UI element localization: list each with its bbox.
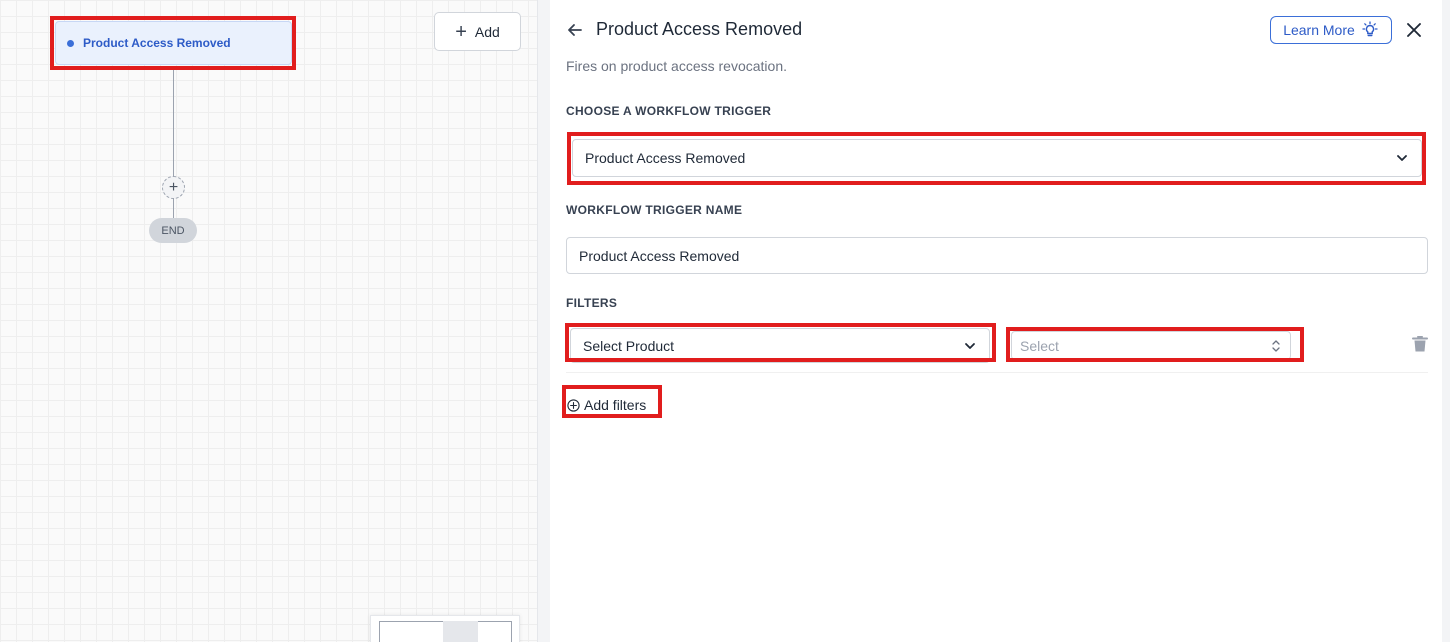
- chevron-down-icon: [965, 342, 975, 349]
- trigger-node-label: Product Access Removed: [83, 36, 231, 50]
- add-filters-button[interactable]: Add filters: [567, 395, 646, 415]
- minimap-block: [443, 621, 478, 642]
- chevron-down-icon: [1397, 155, 1407, 161]
- workflow-trigger-name-input[interactable]: [566, 237, 1428, 274]
- plus-icon: +: [168, 178, 179, 196]
- panel-description: Fires on product access revocation.: [566, 58, 787, 74]
- learn-more-label: Learn More: [1283, 22, 1355, 38]
- close-icon[interactable]: [1405, 21, 1423, 39]
- panel-divider: [537, 0, 550, 642]
- status-dot-icon: [67, 39, 74, 47]
- workflow-trigger-select[interactable]: Product Access Removed: [572, 139, 1422, 177]
- trash-icon[interactable]: [1410, 334, 1430, 354]
- back-arrow-icon[interactable]: [565, 20, 585, 40]
- trigger-section-label: CHOOSE A WORKFLOW TRIGGER: [566, 104, 772, 118]
- minimap[interactable]: [370, 615, 520, 642]
- sort-updown-icon: [1272, 339, 1280, 352]
- filters-section-label: FILTERS: [566, 296, 618, 310]
- add-button[interactable]: + Add: [434, 12, 521, 51]
- plus-circle-icon: [567, 398, 580, 412]
- panel-scrollbar[interactable]: [1442, 0, 1450, 642]
- trigger-node[interactable]: Product Access Removed: [55, 21, 292, 65]
- filter-product-select-value: Select Product: [583, 337, 675, 354]
- add-button-label: Add: [474, 23, 500, 40]
- filter-product-select[interactable]: Select Product: [570, 328, 990, 363]
- connector-line: [173, 67, 174, 176]
- filter-value-placeholder: Select: [1020, 337, 1059, 354]
- add-step-button[interactable]: +: [162, 176, 185, 199]
- panel-title: Product Access Removed: [596, 19, 803, 39]
- lightbulb-icon: [1362, 21, 1378, 37]
- workflow-trigger-select-value: Product Access Removed: [585, 150, 746, 166]
- plus-icon: +: [455, 20, 467, 43]
- end-node: END: [149, 218, 197, 243]
- workflow-canvas[interactable]: Product Access Removed + END + Add: [0, 0, 537, 642]
- trigger-name-section-label: WORKFLOW TRIGGER NAME: [566, 203, 743, 217]
- learn-more-button[interactable]: Learn More: [1270, 16, 1392, 44]
- filter-value-select[interactable]: Select: [1011, 331, 1291, 360]
- add-filters-label: Add filters: [584, 397, 647, 413]
- connector-line: [173, 198, 174, 218]
